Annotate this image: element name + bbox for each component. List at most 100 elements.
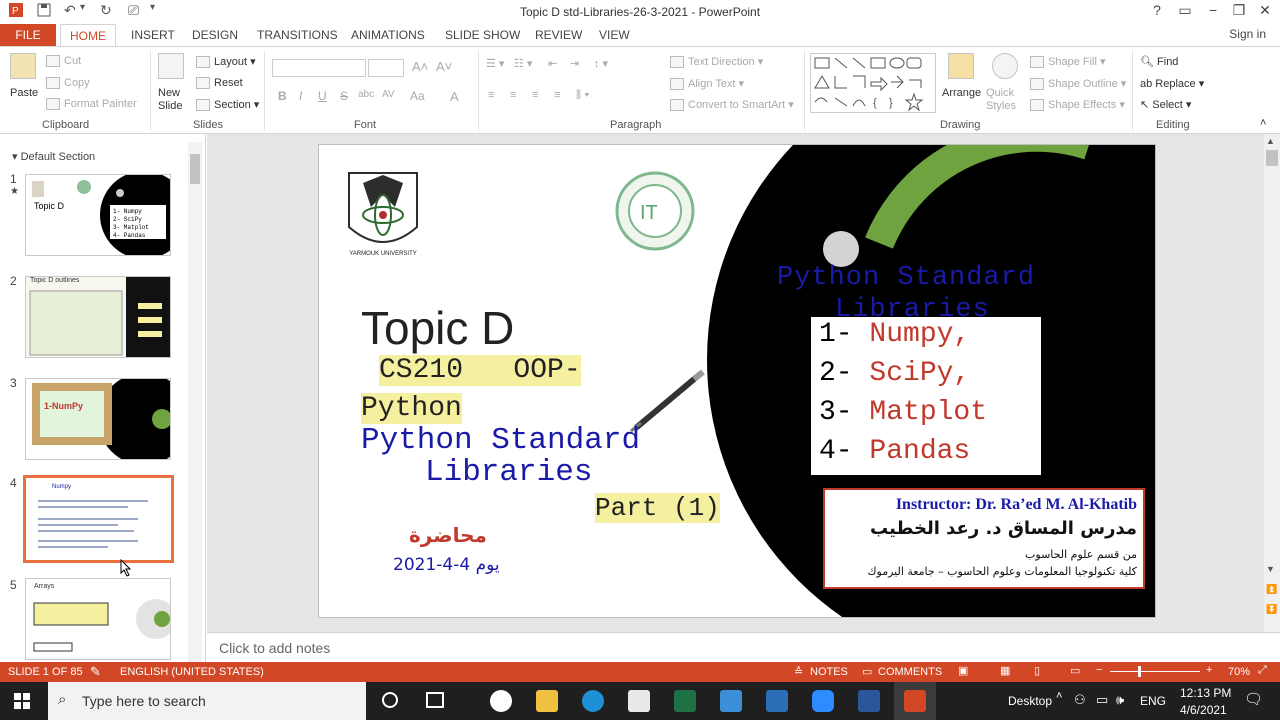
windows-start-icon[interactable] — [14, 693, 30, 712]
tab-home[interactable]: HOME — [60, 24, 116, 47]
shapes-gallery[interactable]: {} — [810, 53, 936, 113]
shape-outline-button[interactable]: Shape Outline ▾ — [1030, 77, 1126, 91]
strikethrough-button[interactable]: S — [340, 89, 348, 103]
section-header[interactable]: ▾ Default Section — [12, 150, 95, 163]
chevron-up-icon[interactable]: ˄ — [1056, 690, 1062, 702]
zoom-slider-handle[interactable] — [1138, 666, 1141, 677]
language-switch[interactable]: ENG — [1140, 694, 1166, 708]
font-size-select[interactable] — [368, 59, 404, 77]
computer-app-icon[interactable] — [720, 690, 742, 712]
shape-fill-button[interactable]: Shape Fill ▾ — [1030, 55, 1106, 69]
numbering-icon[interactable]: ☷ ▾ — [514, 57, 532, 70]
paste-button[interactable]: Paste — [10, 87, 38, 99]
layout-button[interactable]: Layout ▾ — [196, 55, 256, 69]
ribbon-display-options-icon[interactable]: ▭ — [1172, 2, 1198, 19]
spell-check-icon[interactable]: ✎ — [90, 664, 101, 680]
align-right-icon[interactable]: ≡ — [532, 89, 538, 101]
tab-design[interactable]: DESIGN — [192, 28, 238, 42]
language-indicator[interactable]: ENGLISH (UNITED STATES) — [120, 666, 264, 678]
sign-in-link[interactable]: Sign in — [1229, 27, 1266, 41]
excel-icon[interactable] — [674, 690, 696, 712]
next-slide-icon[interactable]: ⏬ — [1266, 604, 1277, 615]
minimize-button[interactable]: − — [1200, 2, 1226, 18]
convert-smartart-button[interactable]: Convert to SmartArt ▾ — [670, 98, 794, 112]
tab-slide-show[interactable]: SLIDE SHOW — [445, 28, 520, 42]
paste-icon[interactable] — [10, 53, 36, 79]
shadow-button[interactable]: abc — [358, 89, 374, 100]
increase-indent-icon[interactable]: ⇥ — [570, 57, 579, 70]
notes-placeholder[interactable]: Click to add notes — [219, 640, 330, 656]
align-text-button[interactable]: Align Text ▾ — [670, 77, 744, 91]
line-spacing-icon[interactable]: ↕ ▾ — [594, 57, 608, 70]
comments-toggle[interactable]: COMMENTS — [878, 666, 942, 678]
notes-pane[interactable]: Click to add notes — [207, 632, 1280, 662]
file-explorer-icon[interactable] — [536, 690, 558, 712]
arrange-icon[interactable] — [948, 53, 974, 79]
shrink-font-icon[interactable]: A˅ — [436, 59, 452, 74]
zoom-slider[interactable] — [1110, 671, 1200, 672]
bold-button[interactable]: B — [278, 89, 287, 103]
justify-icon[interactable]: ≡ — [554, 89, 560, 101]
notes-icon[interactable]: ≙ — [794, 665, 803, 678]
text-direction-button[interactable]: Text Direction ▾ — [670, 55, 763, 69]
close-button[interactable]: ✕ — [1252, 2, 1278, 19]
reading-view-icon[interactable]: ▯ — [1034, 664, 1040, 677]
restore-button[interactable]: ❐ — [1226, 2, 1252, 19]
zoom-out-icon[interactable]: − — [1096, 664, 1102, 676]
new-slide-icon[interactable] — [158, 53, 184, 79]
thumbnails-scrollbar[interactable] — [188, 142, 202, 662]
comments-icon[interactable]: ▭ — [862, 665, 872, 678]
italic-button[interactable]: I — [299, 89, 302, 103]
help-button[interactable]: ? — [1144, 2, 1170, 18]
tab-view[interactable]: VIEW — [599, 28, 630, 42]
prev-slide-icon[interactable]: ⏫ — [1266, 584, 1277, 595]
volume-icon[interactable]: 🕪︎ — [1116, 692, 1124, 708]
font-color-button[interactable]: A — [450, 89, 459, 104]
shape-effects-button[interactable]: Shape Effects ▾ — [1030, 98, 1125, 112]
font-family-select[interactable] — [272, 59, 366, 77]
arrange-button[interactable]: Arrange — [942, 87, 981, 99]
tab-transitions[interactable]: TRANSITIONS — [257, 28, 338, 42]
bullets-icon[interactable]: ☰ ▾ — [486, 57, 504, 70]
current-slide[interactable]: YARMOUK UNIVERSITY IT Topic D CS210 OOP-… — [318, 144, 1156, 618]
fit-to-window-icon[interactable]: ⤢ — [1258, 664, 1267, 677]
columns-icon[interactable]: ⫼ ▾ — [576, 89, 589, 102]
zoom-level[interactable]: 70% — [1228, 666, 1250, 678]
battery-icon[interactable]: ▭ — [1096, 692, 1108, 708]
underline-button[interactable]: U — [318, 89, 327, 103]
align-left-icon[interactable]: ≡ — [488, 89, 494, 101]
task-view-icon[interactable] — [426, 692, 444, 708]
zoom-app-icon[interactable] — [812, 690, 834, 712]
change-case-button[interactable]: Aa — [410, 89, 425, 103]
slide-thumbnail-3[interactable]: 1-NumPy — [25, 378, 171, 460]
cut-button[interactable]: Cut — [46, 55, 81, 68]
section-button[interactable]: Section ▾ — [196, 98, 259, 112]
slideshow-view-icon[interactable]: ▭ — [1070, 664, 1080, 677]
char-spacing-button[interactable]: AV — [382, 89, 395, 100]
copy-button[interactable]: Copy — [46, 77, 90, 90]
select-button[interactable]: ↖ Select ▾ — [1140, 98, 1191, 111]
mail-icon[interactable] — [766, 690, 788, 712]
notifications-icon[interactable]: 🗨︎ — [1244, 690, 1263, 708]
chrome-like-app-icon[interactable] — [490, 690, 512, 712]
find-button[interactable]: 🔍︎ Find — [1140, 55, 1178, 68]
clock-time[interactable]: 12:13 PM — [1180, 686, 1231, 700]
notes-toggle[interactable]: NOTES — [810, 666, 848, 678]
slide-sorter-icon[interactable]: ▦ — [1000, 664, 1010, 677]
quick-styles-icon[interactable] — [992, 53, 1018, 79]
slide-scrollbar[interactable]: ▲ ▼ ⏫ ⏬ — [1264, 134, 1280, 632]
tab-insert[interactable]: INSERT — [131, 28, 175, 42]
tab-review[interactable]: REVIEW — [535, 28, 582, 42]
tab-animations[interactable]: ANIMATIONS — [351, 28, 425, 42]
replace-button[interactable]: ab Replace ▾ — [1140, 77, 1204, 90]
tab-file[interactable]: FILE — [0, 24, 56, 46]
format-painter-button[interactable]: Format Painter — [46, 98, 137, 111]
edge-browser-icon[interactable] — [582, 690, 604, 712]
decrease-indent-icon[interactable]: ⇤ — [548, 57, 557, 70]
slide-thumbnail-4[interactable]: Numpy — [23, 475, 174, 563]
store-icon[interactable] — [628, 690, 650, 712]
align-center-icon[interactable]: ≡ — [510, 89, 516, 101]
cortana-icon[interactable] — [382, 692, 398, 708]
reset-button[interactable]: Reset — [196, 77, 243, 90]
desktop-toolbar[interactable]: Desktop — [1008, 694, 1052, 708]
